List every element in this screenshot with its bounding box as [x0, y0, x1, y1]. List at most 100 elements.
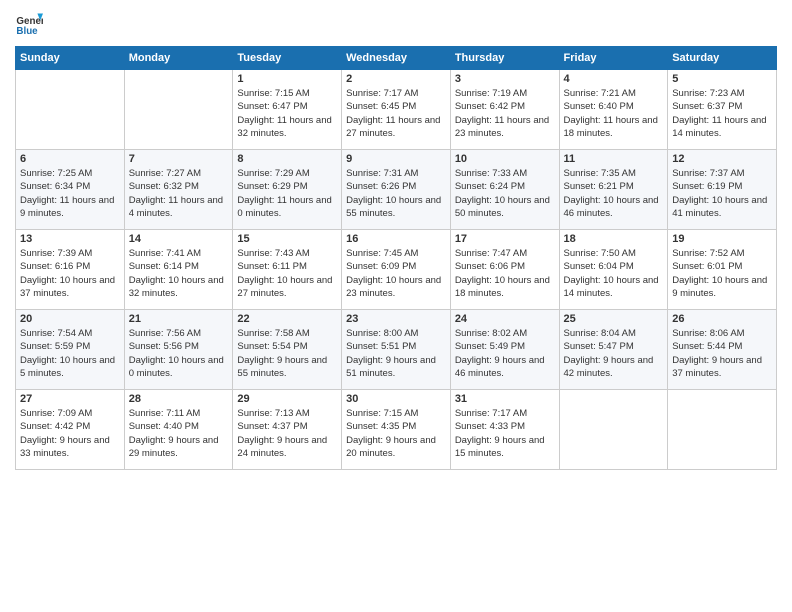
day-info: Sunrise: 8:02 AM Sunset: 5:49 PM Dayligh…	[455, 327, 555, 380]
day-info: Sunrise: 7:17 AM Sunset: 4:33 PM Dayligh…	[455, 407, 555, 460]
day-number: 26	[672, 313, 772, 325]
weekday-header-wednesday: Wednesday	[342, 47, 451, 70]
week-row-5: 27 Sunrise: 7:09 AM Sunset: 4:42 PM Dayli…	[16, 390, 777, 470]
page-header: General Blue	[15, 10, 777, 38]
day-info: Sunrise: 7:09 AM Sunset: 4:42 PM Dayligh…	[20, 407, 120, 460]
calendar-cell: 25Sunrise: 8:04 AM Sunset: 5:47 PM Dayli…	[559, 310, 668, 390]
week-row-2: 6Sunrise: 7:25 AM Sunset: 6:34 PM Daylig…	[16, 150, 777, 230]
calendar-cell: 16 Sunrise: 7:45 AM Sunset: 6:09 PM Dayli…	[342, 230, 451, 310]
calendar-cell: 28Sunrise: 7:11 AM Sunset: 4:40 PM Dayli…	[124, 390, 233, 470]
day-info: Sunrise: 7:27 AM Sunset: 6:32 PM Dayligh…	[129, 167, 229, 220]
day-number: 5	[672, 73, 772, 85]
day-info: Sunrise: 7:15 AM Sunset: 4:35 PM Dayligh…	[346, 407, 446, 460]
day-info: Sunrise: 7:15 AM Sunset: 6:47 PM Dayligh…	[237, 87, 337, 140]
day-info: Sunrise: 7:45 AM Sunset: 6:09 PM Dayligh…	[346, 247, 446, 300]
calendar-cell: 1Sunrise: 7:15 AM Sunset: 6:47 PM Daylig…	[233, 70, 342, 150]
day-number: 30	[346, 393, 446, 405]
calendar-cell: 13Sunrise: 7:39 AM Sunset: 6:16 PM Dayli…	[16, 230, 125, 310]
calendar-cell: 30 Sunrise: 7:15 AM Sunset: 4:35 PM Dayli…	[342, 390, 451, 470]
day-number: 31	[455, 393, 555, 405]
day-number: 18	[564, 233, 664, 245]
day-number: 6	[20, 153, 120, 165]
weekday-header-monday: Monday	[124, 47, 233, 70]
day-number: 10	[455, 153, 555, 165]
calendar-cell: 7 Sunrise: 7:27 AM Sunset: 6:32 PM Daylig…	[124, 150, 233, 230]
day-number: 27	[20, 393, 120, 405]
calendar-cell: 19 Sunrise: 7:52 AM Sunset: 6:01 PM Dayli…	[668, 230, 777, 310]
calendar-cell: 26 Sunrise: 8:06 AM Sunset: 5:44 PM Dayli…	[668, 310, 777, 390]
calendar-cell: 14Sunrise: 7:41 AM Sunset: 6:14 PM Dayli…	[124, 230, 233, 310]
day-number: 7	[129, 153, 229, 165]
day-number: 23	[346, 313, 446, 325]
calendar-cell: 23 Sunrise: 8:00 AM Sunset: 5:51 PM Dayli…	[342, 310, 451, 390]
weekday-header-sunday: Sunday	[16, 47, 125, 70]
day-number: 9	[346, 153, 446, 165]
day-number: 12	[672, 153, 772, 165]
day-info: Sunrise: 7:43 AM Sunset: 6:11 PM Dayligh…	[237, 247, 337, 300]
calendar-cell: 8 Sunrise: 7:29 AM Sunset: 6:29 PM Daylig…	[233, 150, 342, 230]
day-number: 24	[455, 313, 555, 325]
day-info: Sunrise: 7:52 AM Sunset: 6:01 PM Dayligh…	[672, 247, 772, 300]
calendar-cell: 29 Sunrise: 7:13 AM Sunset: 4:37 PM Dayli…	[233, 390, 342, 470]
day-info: Sunrise: 7:23 AM Sunset: 6:37 PM Dayligh…	[672, 87, 772, 140]
calendar-cell: 24 Sunrise: 8:02 AM Sunset: 5:49 PM Dayli…	[450, 310, 559, 390]
weekday-header-saturday: Saturday	[668, 47, 777, 70]
calendar-cell: 11 Sunrise: 7:35 AM Sunset: 6:21 PM Dayli…	[559, 150, 668, 230]
day-info: Sunrise: 7:19 AM Sunset: 6:42 PM Dayligh…	[455, 87, 555, 140]
calendar-cell: 21Sunrise: 7:56 AM Sunset: 5:56 PM Dayli…	[124, 310, 233, 390]
day-number: 2	[346, 73, 446, 85]
day-number: 13	[20, 233, 120, 245]
calendar: SundayMondayTuesdayWednesdayThursdayFrid…	[15, 46, 777, 470]
day-number: 14	[129, 233, 229, 245]
week-row-3: 13Sunrise: 7:39 AM Sunset: 6:16 PM Dayli…	[16, 230, 777, 310]
day-info: Sunrise: 7:21 AM Sunset: 6:40 PM Dayligh…	[564, 87, 664, 140]
day-info: Sunrise: 7:31 AM Sunset: 6:26 PM Dayligh…	[346, 167, 446, 220]
weekday-header-row: SundayMondayTuesdayWednesdayThursdayFrid…	[16, 47, 777, 70]
calendar-cell: 20 Sunrise: 7:54 AM Sunset: 5:59 PM Dayli…	[16, 310, 125, 390]
day-info: Sunrise: 8:04 AM Sunset: 5:47 PM Dayligh…	[564, 327, 664, 380]
day-info: Sunrise: 7:54 AM Sunset: 5:59 PM Dayligh…	[20, 327, 120, 380]
day-number: 4	[564, 73, 664, 85]
day-info: Sunrise: 8:00 AM Sunset: 5:51 PM Dayligh…	[346, 327, 446, 380]
day-info: Sunrise: 7:17 AM Sunset: 6:45 PM Dayligh…	[346, 87, 446, 140]
calendar-cell	[124, 70, 233, 150]
calendar-cell: 10 Sunrise: 7:33 AM Sunset: 6:24 PM Dayli…	[450, 150, 559, 230]
calendar-cell	[559, 390, 668, 470]
calendar-cell: 4 Sunrise: 7:21 AM Sunset: 6:40 PM Daylig…	[559, 70, 668, 150]
calendar-cell: 3Sunrise: 7:19 AM Sunset: 6:42 PM Daylig…	[450, 70, 559, 150]
calendar-cell: 9 Sunrise: 7:31 AM Sunset: 6:26 PM Daylig…	[342, 150, 451, 230]
calendar-cell: 18 Sunrise: 7:50 AM Sunset: 6:04 PM Dayli…	[559, 230, 668, 310]
day-number: 16	[346, 233, 446, 245]
calendar-cell: 22Sunrise: 7:58 AM Sunset: 5:54 PM Dayli…	[233, 310, 342, 390]
logo: General Blue	[15, 10, 47, 38]
day-number: 15	[237, 233, 337, 245]
weekday-header-friday: Friday	[559, 47, 668, 70]
day-info: Sunrise: 7:29 AM Sunset: 6:29 PM Dayligh…	[237, 167, 337, 220]
calendar-cell	[16, 70, 125, 150]
weekday-header-tuesday: Tuesday	[233, 47, 342, 70]
calendar-cell: 5 Sunrise: 7:23 AM Sunset: 6:37 PM Daylig…	[668, 70, 777, 150]
calendar-cell: 31 Sunrise: 7:17 AM Sunset: 4:33 PM Dayli…	[450, 390, 559, 470]
calendar-cell: 15 Sunrise: 7:43 AM Sunset: 6:11 PM Dayli…	[233, 230, 342, 310]
day-number: 8	[237, 153, 337, 165]
day-info: Sunrise: 7:58 AM Sunset: 5:54 PM Dayligh…	[237, 327, 337, 380]
day-number: 19	[672, 233, 772, 245]
day-info: Sunrise: 7:13 AM Sunset: 4:37 PM Dayligh…	[237, 407, 337, 460]
week-row-4: 20 Sunrise: 7:54 AM Sunset: 5:59 PM Dayli…	[16, 310, 777, 390]
day-info: Sunrise: 7:50 AM Sunset: 6:04 PM Dayligh…	[564, 247, 664, 300]
day-info: Sunrise: 8:06 AM Sunset: 5:44 PM Dayligh…	[672, 327, 772, 380]
day-number: 11	[564, 153, 664, 165]
day-number: 29	[237, 393, 337, 405]
logo-icon: General Blue	[15, 10, 43, 38]
day-info: Sunrise: 7:33 AM Sunset: 6:24 PM Dayligh…	[455, 167, 555, 220]
day-info: Sunrise: 7:35 AM Sunset: 6:21 PM Dayligh…	[564, 167, 664, 220]
day-number: 21	[129, 313, 229, 325]
calendar-cell	[668, 390, 777, 470]
day-number: 20	[20, 313, 120, 325]
calendar-cell: 6Sunrise: 7:25 AM Sunset: 6:34 PM Daylig…	[16, 150, 125, 230]
calendar-cell: 2 Sunrise: 7:17 AM Sunset: 6:45 PM Daylig…	[342, 70, 451, 150]
day-number: 17	[455, 233, 555, 245]
calendar-cell: 12 Sunrise: 7:37 AM Sunset: 6:19 PM Dayli…	[668, 150, 777, 230]
calendar-cell: 27 Sunrise: 7:09 AM Sunset: 4:42 PM Dayli…	[16, 390, 125, 470]
day-info: Sunrise: 7:37 AM Sunset: 6:19 PM Dayligh…	[672, 167, 772, 220]
